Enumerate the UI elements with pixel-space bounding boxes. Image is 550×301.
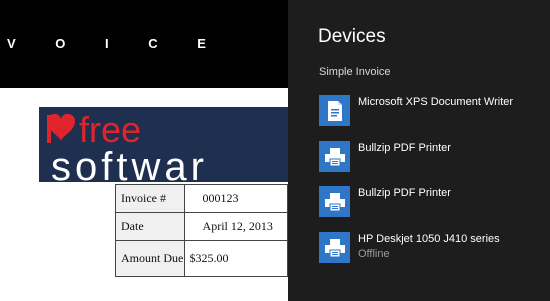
device-status: Offline — [358, 248, 390, 260]
panel-title: Devices — [318, 26, 386, 47]
device-item-xps-writer[interactable]: Microsoft XPS Document Writer — [319, 95, 544, 129]
logo-line2: softwar — [51, 145, 208, 182]
panel-subtitle: Simple Invoice — [319, 66, 391, 78]
invoice-table: Invoice # 000123 Date April 12, 2013 Amo… — [115, 184, 288, 277]
device-name: Bullzip PDF Printer — [358, 187, 451, 199]
devices-panel: Devices Simple Invoice Microsoft XPS Doc… — [288, 0, 550, 301]
device-name: HP Deskjet 1050 J410 series — [358, 233, 500, 245]
device-name: Microsoft XPS Document Writer — [358, 96, 514, 108]
date-value: April 12, 2013 — [183, 212, 288, 241]
document-header: V O I C E — [0, 0, 288, 88]
amount-due-label: Amount Due — [115, 240, 185, 277]
logo-line1: free — [79, 109, 141, 150]
logo-graphic: free softwar — [39, 107, 288, 182]
invoice-document: V O I C E free softwar Invoice # 000123 … — [0, 0, 288, 301]
device-item-bullzip-1[interactable]: Bullzip PDF Printer — [319, 141, 544, 175]
table-row: Date April 12, 2013 — [115, 212, 288, 241]
printer-icon — [319, 232, 350, 263]
document-writer-icon — [319, 95, 350, 126]
device-item-hp-deskjet[interactable]: HP Deskjet 1050 J410 series Offline — [319, 232, 544, 266]
date-label: Date — [115, 212, 185, 241]
invoice-number-value: 000123 — [183, 184, 288, 213]
logo: free softwar — [39, 107, 288, 182]
document-title: V O I C E — [7, 36, 224, 51]
device-name: Bullzip PDF Printer — [358, 142, 451, 154]
table-row: Invoice # 000123 — [115, 184, 288, 213]
amount-due-value: $325.00 — [183, 240, 288, 277]
invoice-number-label: Invoice # — [115, 184, 185, 213]
printer-icon — [319, 141, 350, 172]
device-item-bullzip-2[interactable]: Bullzip PDF Printer — [319, 186, 544, 220]
printer-icon — [319, 186, 350, 217]
table-row: Amount Due $325.00 — [115, 240, 288, 277]
